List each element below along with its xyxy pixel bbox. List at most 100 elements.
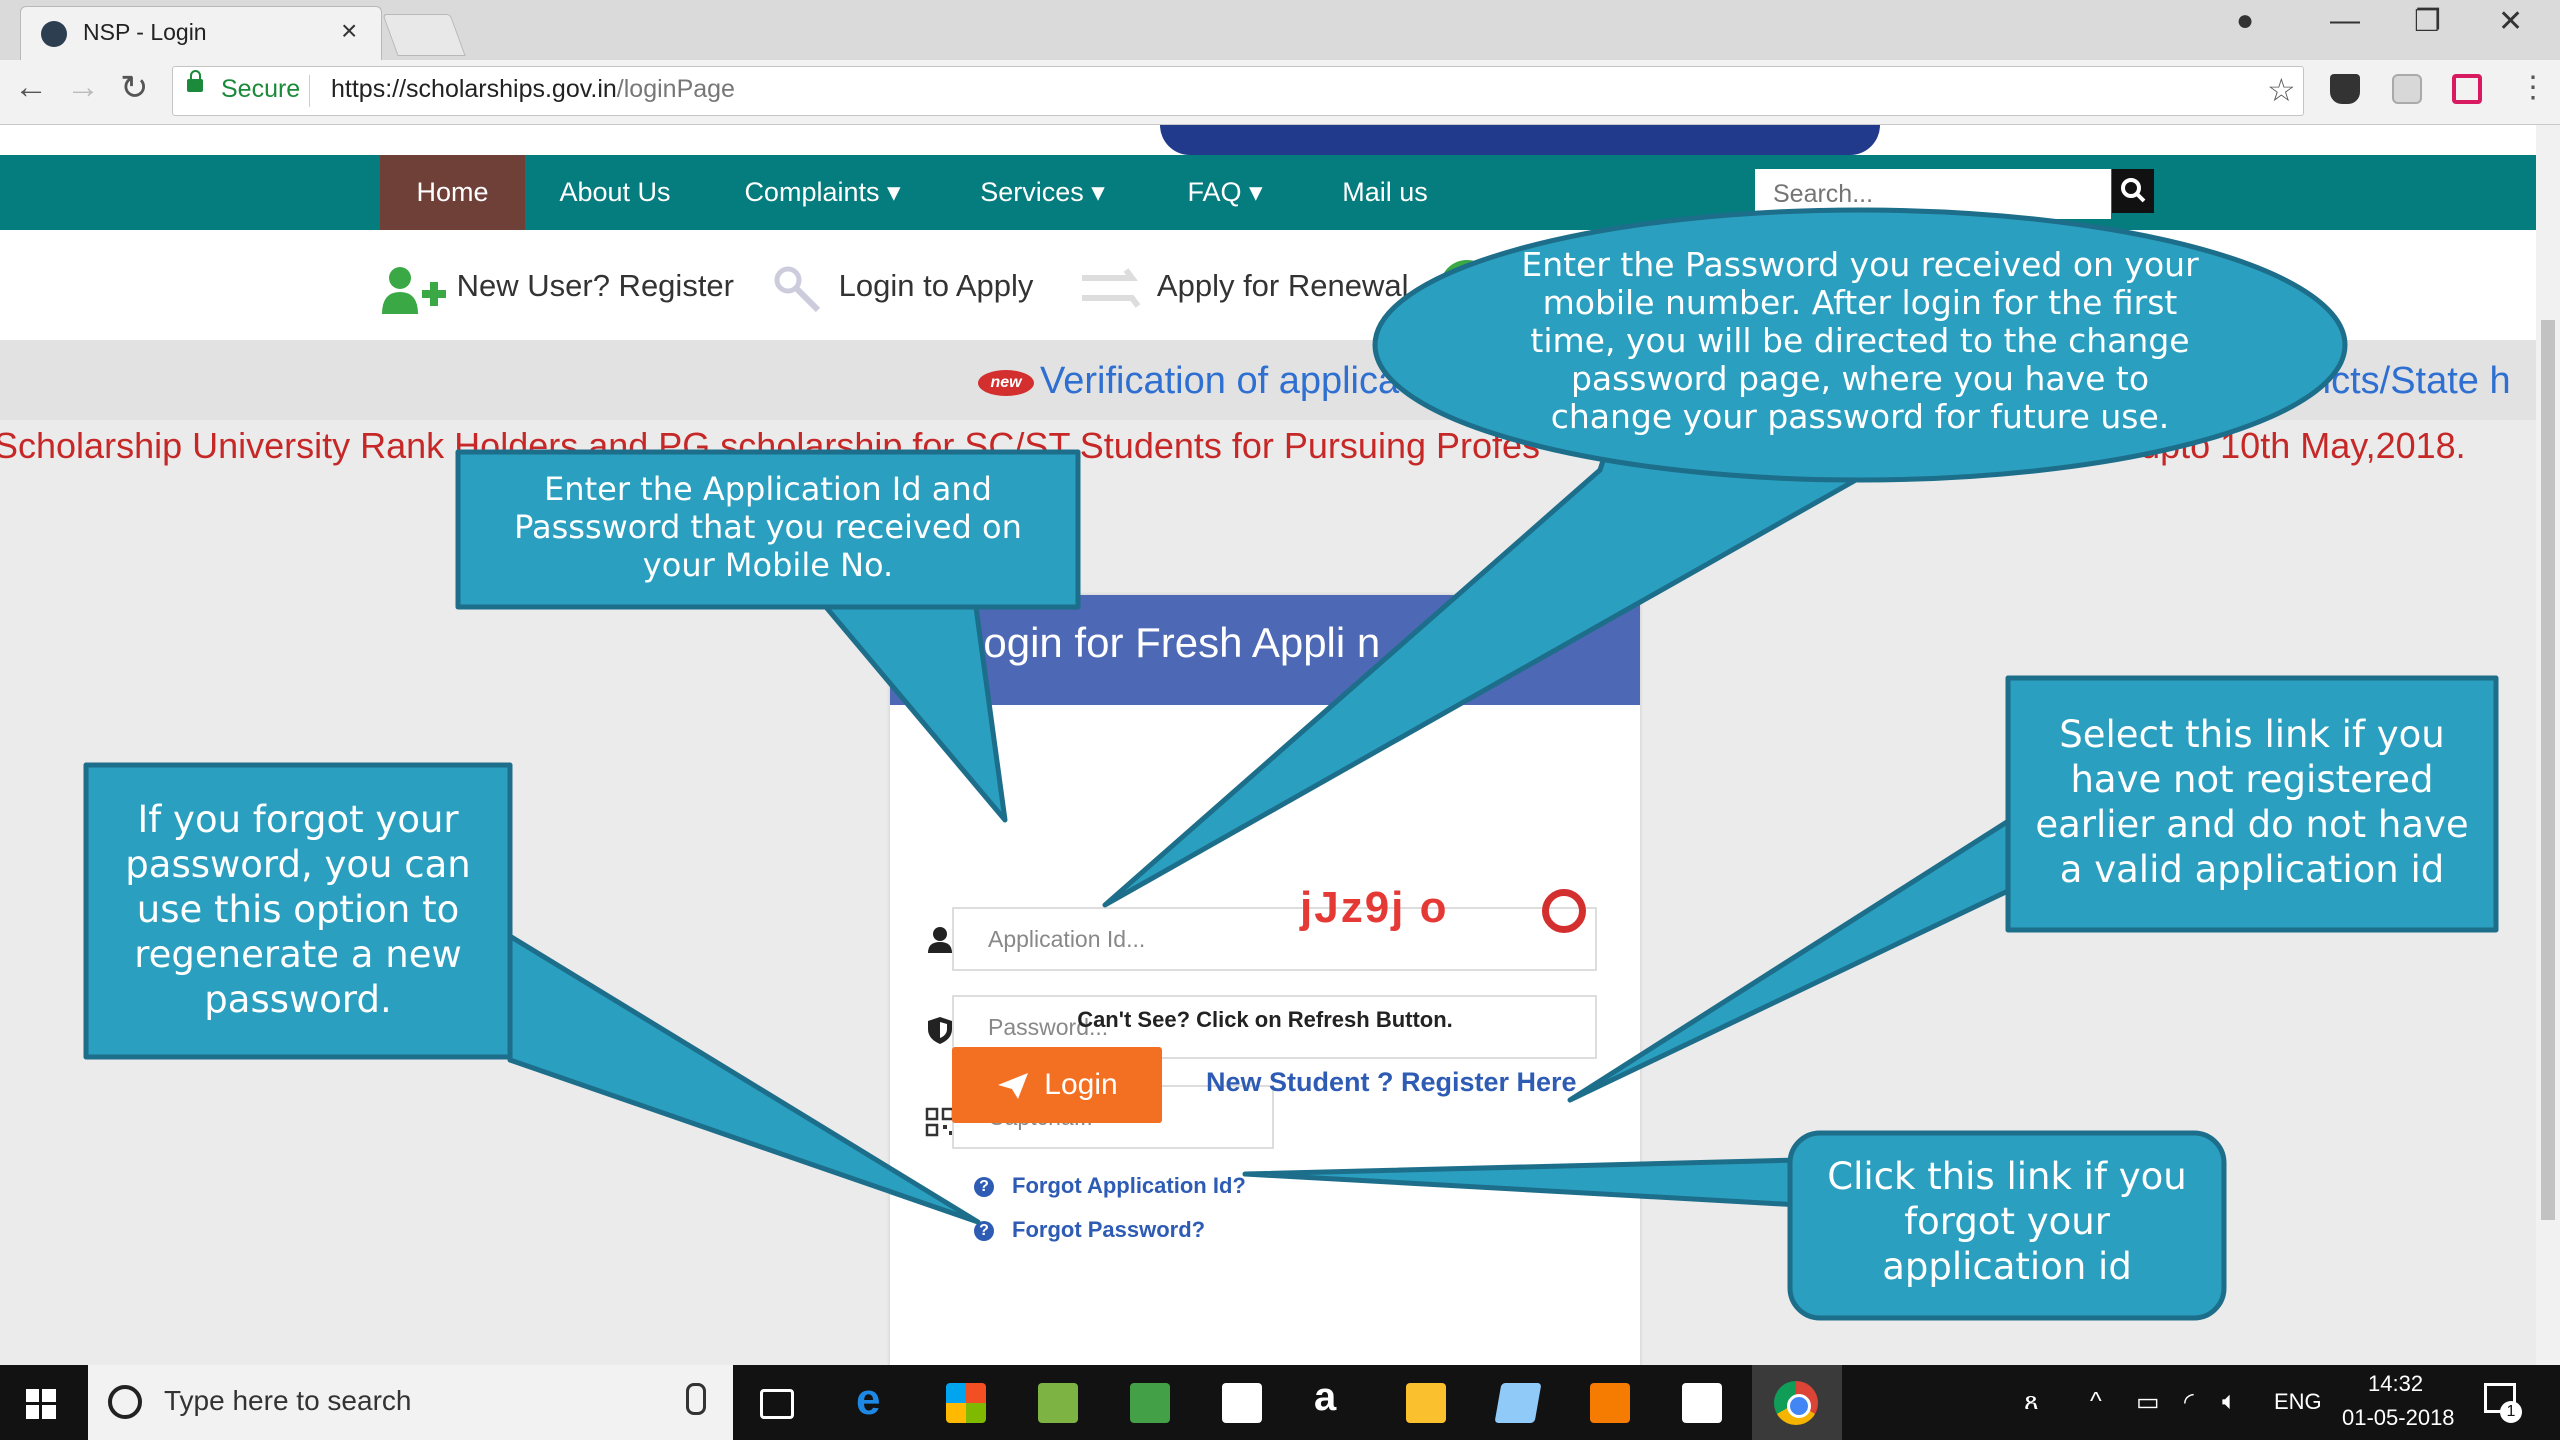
application-id-input[interactable]: Application Id... [952, 907, 1597, 971]
minimize-icon[interactable]: — [2330, 4, 2360, 38]
login-title: Login for Fresh Appli n [960, 619, 1381, 666]
nav-faq[interactable]: FAQ ▾ [1160, 155, 1290, 230]
forward-arrow-icon[interactable]: → [66, 68, 100, 107]
help-icon: ? [974, 1221, 994, 1241]
url-host: https://scholarships.gov.in [331, 75, 617, 103]
restore-icon[interactable]: ❐ [2414, 4, 2441, 39]
secure-label: Secure [221, 75, 301, 103]
windows-start-icon[interactable] [26, 1389, 56, 1419]
notice-ticker-text-right[interactable]: nded upto 10th May,2018. [2050, 425, 2466, 467]
taskbar-search[interactable]: Type here to search [88, 1365, 733, 1440]
login-header: Login for Fresh Appli n [890, 595, 1640, 705]
shield-extension-icon[interactable] [2392, 74, 2422, 104]
search-button[interactable] [2112, 169, 2154, 213]
browser-tab[interactable]: NSP - Login × [20, 6, 382, 61]
main-nav: Home About Us Complaints ▾ Services ▾ FA… [0, 155, 2536, 230]
news-ticker-text[interactable]: Verification of applica [1040, 360, 1399, 403]
url-text[interactable]: https://scholarships.gov.in/loginPage [331, 75, 735, 104]
nav-complaints[interactable]: Complaints ▾ [730, 155, 915, 230]
edge-icon[interactable]: e [856, 1375, 896, 1424]
nav-services[interactable]: Services ▾ [960, 155, 1125, 230]
back-arrow-icon[interactable]: ← [14, 68, 48, 107]
forgot-application-id-link[interactable]: Forgot Application Id? [1012, 1173, 1246, 1199]
banner-emblem-image [1160, 125, 1880, 155]
lock-icon [187, 70, 203, 92]
scrollbar-thumb[interactable] [2541, 320, 2555, 1220]
close-tab-icon[interactable]: × [341, 15, 357, 47]
paper-plane-icon [998, 1073, 1029, 1100]
register-here-link[interactable]: New Student ? Register Here [1206, 1067, 1577, 1098]
help-icon: ? [974, 1177, 994, 1197]
url-path: /loginPage [616, 75, 735, 103]
page-viewport: Home About Us Complaints ▾ Services ▾ FA… [0, 125, 2536, 1365]
bookmark-star-icon[interactable]: ☆ [2267, 71, 2296, 109]
windows-taskbar: Type here to search e a ጸ ^ ▭ ◜ 🔈︎ ENG 1… [0, 1365, 2560, 1440]
browser-tab-strip: NSP - Login × ● — ❐ ✕ [0, 0, 2560, 61]
wifi-icon[interactable]: ◜ [2184, 1387, 2194, 1417]
powerpoint-icon[interactable] [1590, 1383, 1630, 1423]
pinterest-extension-icon[interactable] [2452, 74, 2482, 104]
login-panel: Application Id... Password... Captcha...… [890, 595, 1640, 1365]
notification-count-badge: 1 [2500, 1401, 2522, 1423]
people-icon[interactable]: ጸ [2024, 1387, 2039, 1416]
quick-register-label: New User? Register [456, 268, 734, 303]
file-explorer-icon[interactable] [1406, 1383, 1446, 1423]
cortana-icon [108, 1385, 142, 1419]
quick-renewal[interactable]: Apply for Renewal [1076, 258, 1408, 314]
chrome-menu-icon[interactable]: ⋮ [2518, 70, 2548, 105]
login-button[interactable]: Login [952, 1047, 1162, 1123]
news-ticker-row: new Verification of applica ricts/State … [0, 340, 2536, 420]
nav-about-us[interactable]: About Us [545, 155, 685, 230]
clock-time[interactable]: 14:32 [2368, 1371, 2423, 1397]
pocket-extension-icon[interactable] [2330, 74, 2360, 104]
new-tab-button[interactable] [382, 14, 466, 56]
search-icon [2121, 178, 2146, 203]
page-scrollbar[interactable] [2536, 125, 2560, 1365]
taskbar-search-placeholder: Type here to search [164, 1385, 412, 1416]
notice-ticker-text[interactable]: Scholarship University Rank Holders and … [0, 425, 1540, 467]
nav-mail-us[interactable]: Mail us [1320, 155, 1450, 230]
task-view-icon[interactable] [760, 1389, 794, 1419]
key-icon [774, 266, 821, 312]
store-icon[interactable] [946, 1383, 986, 1423]
site-search [1755, 169, 2111, 219]
qr-code-icon [925, 1107, 955, 1137]
nsp-favicon-icon [41, 21, 67, 47]
divider [309, 75, 310, 107]
address-bar[interactable]: Secure https://scholarships.gov.in/login… [172, 66, 2304, 116]
user-icon [925, 925, 955, 955]
close-window-icon[interactable]: ✕ [2498, 4, 2523, 39]
mail-icon[interactable] [1222, 1383, 1262, 1423]
nav-home[interactable]: Home [380, 155, 525, 230]
new-badge: new [978, 370, 1034, 396]
microphone-icon[interactable] [686, 1383, 706, 1415]
search-input[interactable] [1755, 169, 2111, 219]
notes-app-icon[interactable] [1130, 1383, 1170, 1423]
add-user-icon [382, 266, 446, 314]
tab-title: NSP - Login [83, 19, 207, 45]
photos-icon[interactable] [1682, 1383, 1722, 1423]
refresh-captcha-icon[interactable] [1542, 889, 1586, 933]
volume-icon[interactable]: 🔈︎ [2222, 1387, 2237, 1416]
browser-toolbar: ← → ↻ Secure https://scholarships.gov.in… [0, 60, 2560, 125]
green-circle-icon [1440, 260, 1494, 314]
chevron-up-icon[interactable]: ^ [2090, 1387, 2102, 1416]
chrome-icon-center [1787, 1394, 1811, 1418]
money-app-icon[interactable] [1038, 1383, 1078, 1423]
profile-icon[interactable]: ● [2236, 4, 2254, 38]
captcha-hint: Can't See? Click on Refresh Button. [1077, 1007, 1453, 1032]
language-indicator[interactable]: ENG [2274, 1389, 2322, 1415]
captcha-image: jJz9j o [1300, 883, 1449, 932]
notepad-icon[interactable] [1494, 1383, 1542, 1423]
quick-login-apply-label: Login to Apply [838, 268, 1034, 303]
renewal-arrows-icon [1082, 268, 1141, 308]
quick-register[interactable]: New User? Register [378, 258, 734, 314]
quick-renewal-label: Apply for Renewal [1156, 268, 1409, 303]
amazon-icon[interactable]: a [1314, 1375, 1354, 1419]
battery-icon[interactable]: ▭ [2136, 1387, 2160, 1417]
reload-icon[interactable]: ↻ [120, 68, 149, 108]
quick-login-apply[interactable]: Login to Apply [770, 258, 1033, 314]
news-ticker-text-right[interactable]: ricts/State h [2310, 360, 2511, 403]
forgot-password-link[interactable]: Forgot Password? [1012, 1217, 1205, 1243]
clock-date[interactable]: 01-05-2018 [2342, 1405, 2455, 1431]
